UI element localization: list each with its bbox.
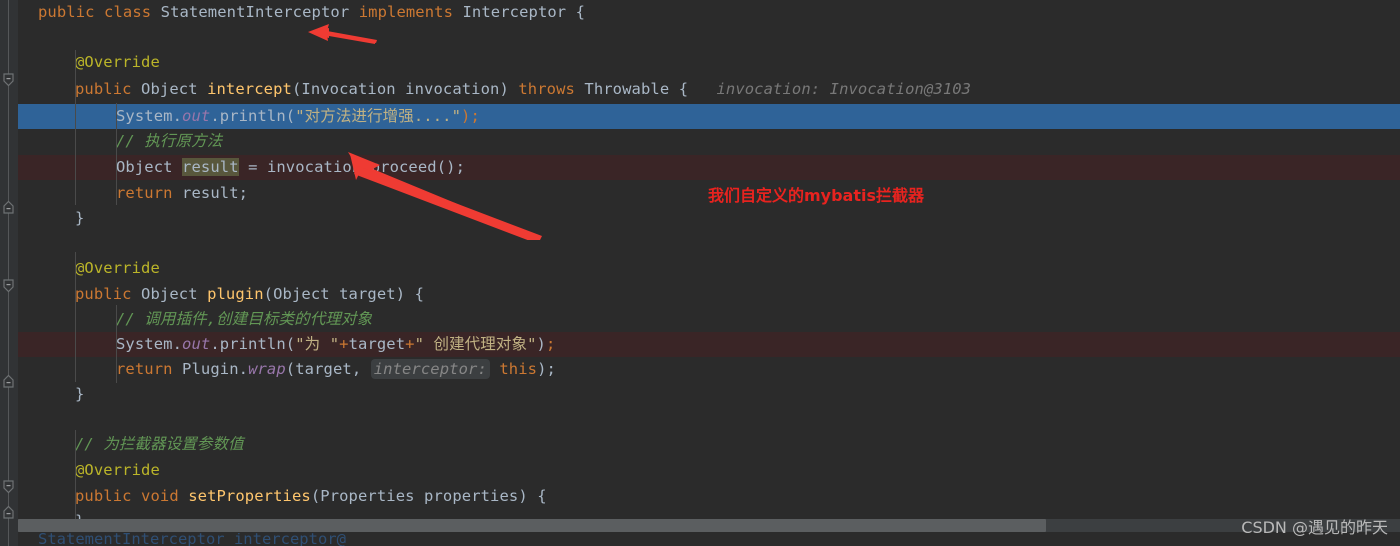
horizontal-scrollbar-thumb[interactable] bbox=[18, 519, 1046, 532]
fold-expand-setproperties-end-icon[interactable] bbox=[1, 505, 16, 520]
code-line-9-close-brace[interactable]: } bbox=[18, 206, 1400, 231]
token-keyword-public: public bbox=[75, 79, 132, 98]
code-line-11[interactable]: @Override bbox=[18, 256, 1400, 281]
code-line-14-modified[interactable]: System.out.println("为 "+target+" 创建代理对象"… bbox=[18, 331, 1400, 357]
token-param-type: Properties bbox=[320, 487, 415, 505]
arrow-pointing-to-invocation-proceed bbox=[348, 152, 542, 240]
token-keyword-throws: throws bbox=[518, 79, 575, 98]
token-param-type: Object bbox=[273, 285, 330, 303]
token-class-system: System bbox=[116, 106, 173, 125]
token-param-name: target bbox=[339, 285, 396, 303]
token-class-plugin: Plugin bbox=[182, 360, 239, 378]
code-line-16-close-brace[interactable]: } bbox=[18, 382, 1400, 407]
token-method-setproperties: setProperties bbox=[188, 487, 311, 505]
code-line-15[interactable]: return Plugin.wrap(target, interceptor: … bbox=[18, 357, 1400, 382]
token-method-println: println bbox=[219, 106, 286, 125]
token-open-brace: { bbox=[414, 285, 425, 303]
code-line-4[interactable]: public Object intercept(Invocation invoc… bbox=[18, 77, 1400, 102]
editor-gutter[interactable] bbox=[0, 0, 18, 546]
token-param-name: invocation bbox=[405, 79, 500, 98]
token-keyword-class: class bbox=[104, 3, 152, 21]
below-editor-partial-text: StatementInterceptor interceptor@ bbox=[38, 533, 346, 546]
token-method-println: println bbox=[219, 334, 286, 353]
token-field-out: out bbox=[182, 106, 211, 125]
token-open-brace: { bbox=[575, 3, 586, 21]
token-keyword-this: this bbox=[499, 360, 538, 378]
indent-guide bbox=[75, 252, 76, 382]
token-keyword-public: public bbox=[75, 285, 132, 303]
horizontal-scrollbar-track[interactable] bbox=[18, 519, 1400, 532]
token-annotation-override: @Override bbox=[75, 53, 160, 72]
token-return-type: Object bbox=[141, 285, 198, 303]
token-string-literal: "对方法进行增强...." bbox=[295, 106, 462, 125]
token-interface-name: Interceptor bbox=[462, 3, 567, 21]
token-type-object: Object bbox=[116, 157, 173, 176]
code-line-7-modified[interactable]: Object result = invocation.proceed(); bbox=[18, 154, 1400, 180]
token-string-literal-2: " 创建代理对象" bbox=[414, 334, 537, 353]
token-var-target: target bbox=[348, 334, 406, 353]
inlay-hint-invocation-value: invocation: Invocation@3103 bbox=[716, 79, 972, 98]
token-param-type: Invocation bbox=[301, 79, 396, 98]
code-text-area[interactable]: public class StatementInterceptor implem… bbox=[18, 0, 1400, 546]
token-keyword-return: return bbox=[116, 183, 173, 202]
arrow-pointing-to-class-name bbox=[308, 24, 377, 44]
token-open-brace: { bbox=[678, 79, 689, 98]
code-editor-screenshot: public class StatementInterceptor implem… bbox=[0, 0, 1400, 546]
code-line-19[interactable]: @Override bbox=[18, 458, 1400, 483]
token-exception-type: Throwable bbox=[584, 79, 670, 98]
inlay-hint-parameter-interceptor: interceptor: bbox=[370, 359, 490, 379]
token-field-out: out bbox=[182, 334, 211, 353]
token-comment: // 为拦截器设置参数值 bbox=[75, 435, 244, 453]
fold-expand-intercept-icon[interactable] bbox=[1, 200, 16, 215]
token-keyword-return: return bbox=[116, 360, 173, 378]
code-line-17-blank[interactable] bbox=[18, 407, 1400, 432]
fold-collapse-class-icon[interactable] bbox=[1, 72, 16, 87]
token-string-literal-1: "为 " bbox=[295, 334, 340, 353]
token-keyword-public: public bbox=[38, 3, 95, 21]
code-line-20[interactable]: public void setProperties(Properties pro… bbox=[18, 484, 1400, 509]
token-method-plugin: plugin bbox=[207, 285, 264, 303]
token-identifier-result: result bbox=[182, 183, 239, 202]
fold-collapse-plugin-icon[interactable] bbox=[1, 278, 16, 293]
annotation-note-mybatis-interceptor: 我们自定义的mybatis拦截器 bbox=[708, 186, 925, 205]
code-line-5-selected[interactable]: System.out.println("对方法进行增强...."); bbox=[18, 103, 1400, 129]
token-method-wrap: wrap bbox=[248, 360, 286, 378]
code-line-1[interactable]: public class StatementInterceptor implem… bbox=[18, 0, 1400, 25]
indent-guide bbox=[75, 430, 76, 530]
code-line-3[interactable]: @Override bbox=[18, 50, 1400, 75]
token-comment: // 调用插件,创建目标类的代理对象 bbox=[116, 310, 373, 328]
token-arg-target: target bbox=[295, 360, 352, 378]
token-comment: // 执行原方法 bbox=[116, 132, 223, 150]
indent-guide bbox=[75, 50, 76, 205]
token-open-brace: { bbox=[537, 487, 547, 505]
token-method-intercept: intercept bbox=[207, 79, 292, 98]
indent-guide bbox=[116, 305, 117, 383]
code-line-10-blank[interactable] bbox=[18, 231, 1400, 256]
csdn-watermark: CSDN @遇见的昨天 bbox=[1241, 518, 1388, 537]
token-return-type: Object bbox=[141, 79, 198, 98]
code-line-18-comment[interactable]: // 为拦截器设置参数值 bbox=[18, 432, 1400, 457]
fold-collapse-setproperties-icon[interactable] bbox=[1, 479, 16, 494]
token-class-system: System bbox=[116, 334, 173, 353]
code-line-6-comment[interactable]: // 执行原方法 bbox=[18, 129, 1400, 154]
code-line-13-comment[interactable]: // 调用插件,创建目标类的代理对象 bbox=[18, 307, 1400, 332]
token-param-name: properties bbox=[424, 487, 519, 505]
indent-guide bbox=[116, 103, 117, 205]
token-annotation-override: @Override bbox=[75, 461, 160, 479]
fold-expand-plugin-end-icon[interactable] bbox=[1, 374, 16, 389]
code-line-2-blank[interactable] bbox=[18, 25, 1400, 50]
token-keyword-public: public bbox=[75, 487, 132, 505]
token-keyword-void: void bbox=[141, 487, 179, 505]
code-line-12[interactable]: public Object plugin(Object target) { bbox=[18, 282, 1400, 307]
token-identifier-result-highlighted: result bbox=[182, 157, 239, 176]
token-annotation-override: @Override bbox=[75, 259, 160, 277]
